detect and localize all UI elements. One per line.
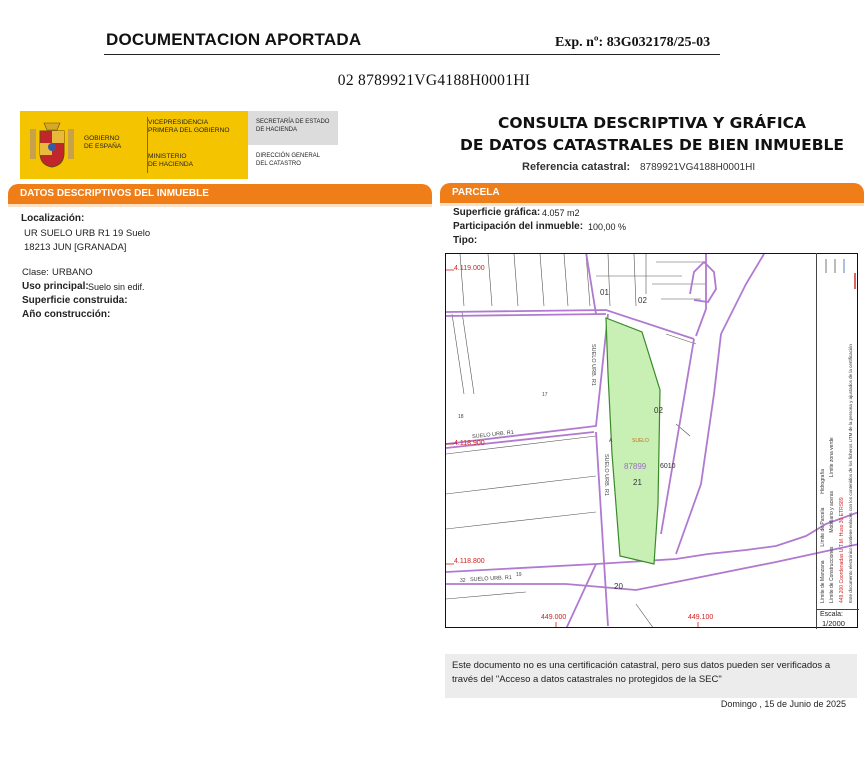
parcela-title: PARCELA [452,187,500,198]
expedient-number: Exp. nº: 83G032178/25-03 [555,35,711,50]
map-coord-y-bottom: 4.118.800 [454,558,485,565]
scale-label: Escala: [820,611,843,618]
map-label-19: 19 [516,572,522,578]
map-legend: Límite de Manzana Límite de Parcela Hidr… [816,253,859,609]
participacion-label: Participación del inmueble: [453,221,584,232]
right-bar-shadow [440,203,864,206]
map-canvas [446,254,857,627]
legend-mobiliario: Mobiliario y aceras [829,490,835,533]
date-line: Domingo , 15 de Junio de 2025 [720,699,846,709]
legend-zona-verde: Límite zona verde [829,437,835,478]
map-label-18: 18 [458,414,464,420]
map-label-17: 17 [542,392,548,398]
datos-descriptivos-title: DATOS DESCRIPTIVOS DEL INMUEBLE [20,188,209,199]
clase-value: URBANO [52,267,93,278]
datos-descriptivos-bar: DATOS DESCRIPTIVOS DEL INMUEBLE [8,184,432,204]
map-street-label-3: SUELO URB. R1 [603,454,609,496]
map-coord-x-right: 449.100 [688,614,714,621]
clase-label: Clase: [22,267,49,278]
legend-coordinates: 449.200 Coordenadas U.T.M. Huso 30 ETRS8… [839,497,845,603]
localizacion-line-2: 18213 JUN [GRANADA] [24,242,127,253]
map-coord-y-mid: 4.118.900 [454,440,485,447]
parcel-suelo-label: SUELO [632,438,649,444]
legend-limite-construcciones: Límite de Construcciones [829,546,835,603]
legend-column-2: Límite de Construcciones Mobiliario y ac… [829,263,835,603]
localizacion-label: Localización: [21,213,85,224]
participacion-value: 100,00 % [588,222,627,232]
logo-direccion-text: DIRECCIÓN GENERAL DEL CATASTRO [256,153,321,167]
cadastral-map[interactable]: 4.119.000 4.118.900 4.118.800 449.000 44… [445,253,858,628]
coat-of-arms-icon [30,122,74,168]
logo-gobierno-text: GOBIERNO DE ESPAÑA [84,135,122,150]
logo-ministerio-text: MINISTERIO DE HACIENDA [148,153,194,168]
legend-limite-manzana: Límite de Manzana [820,560,826,603]
left-bar-shadow [8,204,432,207]
consulta-title: CONSULTA DESCRIPTIVA Y GRÁFICA DE DATOS … [459,114,845,154]
uso-principal-label: Uso principal: [22,281,89,292]
localizacion-line-1: UR SUELO URB R1 19 Suelo [24,228,151,239]
superficie-grafica-label: Superficie gráfica: [453,207,541,218]
notice-text: Este documento no es una certificación c… [452,660,831,685]
scale-value: 1/2000 [822,619,845,628]
map-label-32: 32 [460,578,466,584]
map-scale: Escala: 1/2000 [816,609,859,629]
logo-secretaria-text: SECRETARÍA DE ESTADO DE HACIENDA [256,119,330,133]
parcela-bar: PARCELA [440,183,864,203]
header-divider [104,54,720,55]
anio-construccion-label: Año construcción: [22,309,111,320]
document-title: DOCUMENTACION APORTADA [106,30,362,49]
reference-line: 02 8789921VG4188H0001HI [337,72,531,89]
map-label-02-right: 02 [654,406,663,415]
referencia-catastral-label: Referencia catastral: [522,161,631,173]
logo-vicepresidencia-text: VICEPRESIDENCIA PRIMERA DEL GOBIERNO [148,119,230,134]
map-label-20: 20 [614,582,623,591]
legend-column-1: Límite de Manzana Límite de Parcela Hidr… [820,263,826,603]
tipo-label: Tipo: [453,235,478,246]
map-street-label-1: SUELO URB. R1 [590,344,596,386]
uso-principal-value: Suelo sin edif. [88,282,145,292]
parcel-number[interactable]: 21 [633,478,642,487]
parcel-label[interactable]: 87899 [624,462,646,471]
legend-disclaimer: Este documento electrónico contiene enla… [848,344,853,603]
legend-hidrografia: Hidrografía [820,469,826,494]
superficie-grafica-value: 4.057 m2 [542,208,580,218]
superficie-construida-label: Superficie construida: [22,295,128,306]
map-coord-y-top: 4.119.000 [454,265,485,272]
map-label-6010: 6010 [660,463,676,470]
map-label-a: A [609,438,613,444]
gobierno-logo: GOBIERNO DE ESPAÑA VICEPRESIDENCIA PRIME… [20,111,338,179]
referencia-catastral-value: 8789921VG4188H0001HI [640,162,756,173]
map-label-01: 01 [600,288,609,297]
map-coord-x-left: 449.000 [541,614,567,621]
map-label-02-top: 02 [638,296,647,305]
legend-limite-parcela: Límite de Parcela [820,507,826,547]
